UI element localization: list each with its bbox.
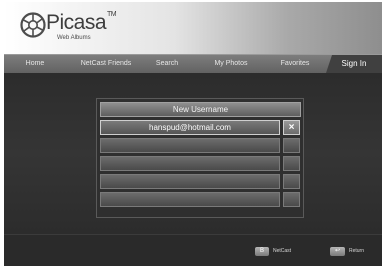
netcast-label: NetCast [273,248,292,254]
account-row-2[interactable] [100,138,280,153]
picasa-screen: PicasaTM Web Albums Home NetCast Friends… [4,2,382,266]
tab-favorites[interactable]: Favorites [270,55,320,73]
tab-netcast-friends[interactable]: NetCast Friends [74,55,138,73]
sign-in-panel: New Username hanspud@hotmail.com × [96,98,304,218]
delete-account-button[interactable] [283,192,300,207]
trademark: TM [107,11,117,18]
picasa-logo-icon [20,12,46,38]
delete-account-button[interactable] [283,138,300,153]
tab-my-photos[interactable]: My Photos [202,55,260,73]
app-subtitle: Web Albums [57,35,91,41]
delete-account-button[interactable] [283,174,300,189]
header: PicasaTM Web Albums [4,2,382,54]
nav-bar: Home NetCast Friends Search My Photos Fa… [4,54,382,74]
footer-bar: B NetCast ↩ Return [4,234,382,266]
main-content: New Username hanspud@hotmail.com × [4,73,382,234]
return-arrow-icon[interactable]: ↩ [330,247,345,256]
new-username-button[interactable]: New Username [100,102,301,117]
return-label: Return [349,248,365,254]
account-row-1[interactable]: hanspud@hotmail.com [100,120,280,135]
tab-sign-in[interactable]: Sign In [326,55,382,73]
account-row-3[interactable] [100,156,280,171]
account-row-4[interactable] [100,174,280,189]
close-icon: × [288,122,295,133]
tab-search[interactable]: Search [146,55,188,73]
app-name: PicasaTM [46,11,117,34]
tab-home[interactable]: Home [9,55,61,73]
account-row-5[interactable] [100,192,280,207]
delete-account-button[interactable] [283,156,300,171]
delete-account-button[interactable]: × [283,120,300,135]
netcast-key-icon[interactable]: B [255,247,269,256]
